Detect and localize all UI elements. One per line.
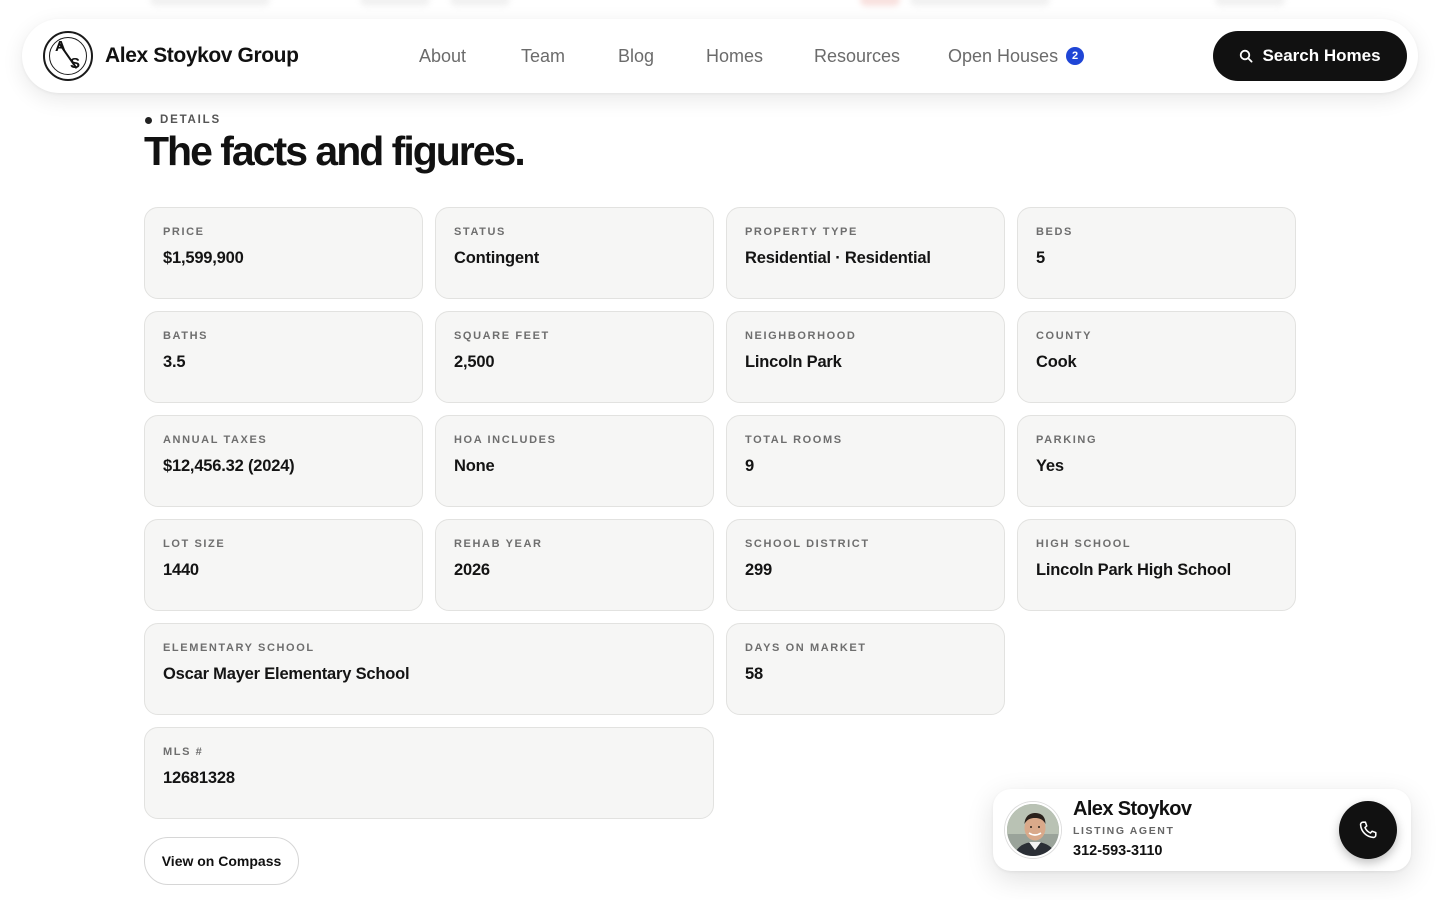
fact-card-school-district: SCHOOL DISTRICT 299 — [726, 519, 1005, 611]
site-header: A S Alex Stoykov Group About Team Blog H… — [22, 19, 1418, 93]
fact-value: Oscar Mayer Elementary School — [163, 665, 410, 683]
agent-name: Alex Stoykov — [1073, 798, 1192, 820]
nav-item-blog[interactable]: Blog — [618, 19, 654, 93]
fact-label: MLS # — [163, 746, 204, 758]
fact-card-price: PRICE $1,599,900 — [144, 207, 423, 299]
fact-card-neighborhood: NEIGHBORHOOD Lincoln Park — [726, 311, 1005, 403]
fact-value: 3.5 — [163, 353, 186, 371]
fact-value: 299 — [745, 561, 772, 579]
search-homes-button[interactable]: Search Homes — [1213, 31, 1407, 81]
fact-value: 5 — [1036, 249, 1045, 267]
main-nav: About Team Blog Homes Resources Open Hou… — [22, 19, 1418, 93]
fact-label: SQUARE FEET — [454, 330, 550, 342]
fact-value: Cook — [1036, 353, 1077, 371]
fact-value: 2,500 — [454, 353, 495, 371]
fact-card-hoa-includes: HOA INCLUDES None — [435, 415, 714, 507]
fact-card-total-rooms: TOTAL ROOMS 9 — [726, 415, 1005, 507]
fact-label: COUNTY — [1036, 330, 1093, 342]
nav-item-team[interactable]: Team — [521, 19, 565, 93]
fact-label: PRICE — [163, 226, 205, 238]
nav-item-homes[interactable]: Homes — [706, 19, 763, 93]
fact-card-rehab-year: REHAB YEAR 2026 — [435, 519, 714, 611]
fact-label: BATHS — [163, 330, 209, 342]
open-houses-count-badge: 2 — [1066, 47, 1085, 65]
fact-label: HOA INCLUDES — [454, 434, 557, 446]
eyebrow-text: DETAILS — [160, 114, 221, 126]
section-eyebrow: DETAILS — [145, 114, 221, 126]
fact-card-elementary-school: ELEMENTARY SCHOOL Oscar Mayer Elementary… — [144, 623, 714, 715]
fact-card-high-school: HIGH SCHOOL Lincoln Park High School — [1017, 519, 1296, 611]
fact-value: Yes — [1036, 457, 1064, 475]
fact-label: STATUS — [454, 226, 506, 238]
fact-label: ANNUAL TAXES — [163, 434, 268, 446]
listing-agent-card: Alex Stoykov LISTING AGENT 312-593-3110 — [993, 789, 1411, 871]
fact-value: Lincoln Park High School — [1036, 561, 1232, 579]
fact-card-mls-number: MLS # 12681328 — [144, 727, 714, 819]
fact-value: $12,456.32 (2024) — [163, 457, 295, 475]
fact-value: 12681328 — [163, 769, 235, 787]
fact-card-county: COUNTY Cook — [1017, 311, 1296, 403]
nav-item-open-houses[interactable]: Open Houses 2 — [948, 19, 1085, 93]
fact-label: ELEMENTARY SCHOOL — [163, 642, 315, 654]
fact-value: $1,599,900 — [163, 249, 244, 267]
nav-item-resources[interactable]: Resources — [814, 19, 900, 93]
agent-phone-number[interactable]: 312-593-3110 — [1073, 843, 1163, 859]
scrolled-content-edge — [0, 0, 1440, 18]
fact-card-status: STATUS Contingent — [435, 207, 714, 299]
fact-card-parking: PARKING Yes — [1017, 415, 1296, 507]
fact-value: Contingent — [454, 249, 540, 267]
nav-item-about[interactable]: About — [419, 19, 466, 93]
call-agent-button[interactable] — [1339, 801, 1397, 859]
fact-label: NEIGHBORHOOD — [745, 330, 857, 342]
listing-details-page: A S Alex Stoykov Group About Team Blog H… — [0, 0, 1440, 900]
fact-value: 2026 — [454, 561, 490, 579]
fact-value: Lincoln Park — [745, 353, 842, 371]
fact-label: LOT SIZE — [163, 538, 226, 550]
fact-label: DAYS ON MARKET — [745, 642, 867, 654]
search-homes-label: Search Homes — [1262, 46, 1381, 65]
fact-value: None — [454, 457, 495, 475]
nav-item-label: Open Houses — [948, 45, 1059, 66]
fact-card-annual-taxes: ANNUAL TAXES $12,456.32 (2024) — [144, 415, 423, 507]
fact-card-square-feet: SQUARE FEET 2,500 — [435, 311, 714, 403]
fact-value: 58 — [745, 665, 763, 683]
fact-card-beds: BEDS 5 — [1017, 207, 1296, 299]
fact-value: 9 — [745, 457, 754, 475]
fact-card-baths: BATHS 3.5 — [144, 311, 423, 403]
fact-card-property-type: PROPERTY TYPE Residential · Residential — [726, 207, 1005, 299]
fact-card-lot-size: LOT SIZE 1440 — [144, 519, 423, 611]
agent-role: LISTING AGENT — [1073, 825, 1175, 837]
fact-label: REHAB YEAR — [454, 538, 543, 550]
section-title: The facts and figures. — [144, 128, 526, 174]
bullet-dot-icon — [145, 116, 152, 124]
fact-label: BEDS — [1036, 226, 1073, 238]
agent-avatar — [1005, 802, 1061, 858]
fact-label: TOTAL ROOMS — [745, 434, 843, 446]
phone-icon — [1359, 821, 1377, 839]
fact-label: SCHOOL DISTRICT — [745, 538, 870, 550]
fact-label: HIGH SCHOOL — [1036, 538, 1132, 550]
fact-value: Residential · Residential — [745, 249, 931, 267]
fact-value: 1440 — [163, 561, 199, 579]
fact-card-days-on-market: DAYS ON MARKET 58 — [726, 623, 1005, 715]
search-icon — [1240, 49, 1253, 63]
view-on-compass-button[interactable]: View on Compass — [144, 837, 299, 885]
fact-label: PROPERTY TYPE — [745, 226, 858, 238]
fact-label: PARKING — [1036, 434, 1098, 446]
